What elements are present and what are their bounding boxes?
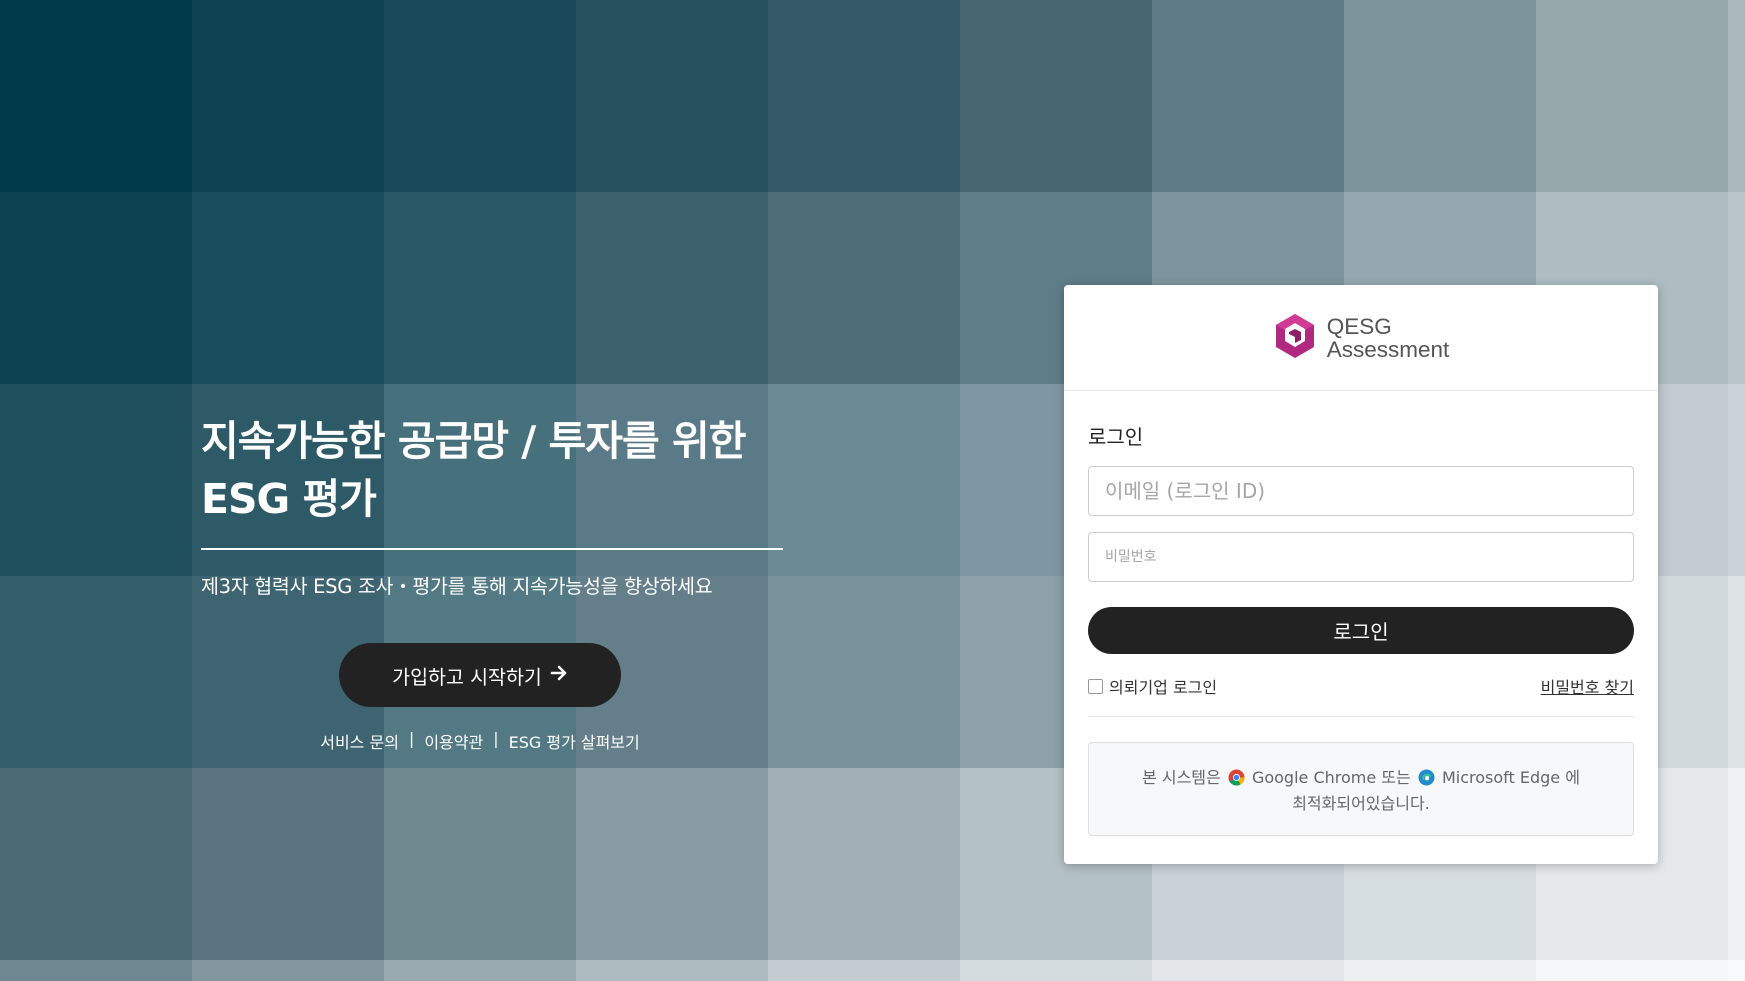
hero-title-line1: 지속가능한 공급망 / 투자를 위한 [201, 417, 746, 465]
logo-line2: Assessment [1326, 336, 1450, 362]
chrome-icon [1228, 768, 1245, 786]
background-tile [0, 960, 192, 981]
background-tile [768, 0, 960, 192]
background-tile [384, 768, 576, 960]
background-tile [1344, 0, 1536, 192]
edge-icon [1418, 768, 1435, 786]
login-button[interactable]: 로그인 [1088, 607, 1634, 654]
background-tile [192, 768, 384, 960]
client-login-label: 의뢰기업 로그인 [1109, 678, 1218, 697]
background-tile [1728, 768, 1745, 960]
notice-text-3: 최적화되어있습니다. [1292, 794, 1430, 813]
service-inquiry-link[interactable]: 서비스 문의 [320, 729, 399, 753]
find-password-link[interactable]: 비밀번호 찾기 [1541, 674, 1634, 698]
background-tile [0, 0, 192, 192]
background-tile [1728, 192, 1745, 384]
notice-text-2: 에 [1565, 768, 1580, 787]
background-tile [960, 0, 1152, 192]
background-tile [1536, 960, 1728, 981]
background-tile [768, 768, 960, 960]
background-tile [384, 192, 576, 384]
logo-line1: QESG [1326, 313, 1392, 339]
signup-start-button[interactable]: 가입하고 시작하기 [339, 643, 621, 707]
background-tile [1536, 0, 1728, 192]
background-tile [1152, 960, 1344, 981]
footer-separator: | [408, 729, 415, 748]
background-tile [0, 384, 192, 576]
footer-links: 서비스 문의 | 이용약관 | ESG 평가 살펴보기 [0, 729, 960, 753]
background-tile [192, 960, 384, 981]
footer-separator: | [493, 729, 499, 748]
client-login-checkbox[interactable] [1088, 678, 1103, 694]
background-tile [192, 192, 384, 384]
qesg-logo-icon [1273, 312, 1317, 364]
signup-button-label: 가입하고 시작하기 [392, 665, 542, 689]
background-tile [0, 768, 192, 960]
notice-text-1: 본 시스템은 [1142, 768, 1221, 787]
email-input[interactable] [1088, 466, 1634, 516]
background-tile [384, 960, 576, 981]
background-tile [576, 0, 768, 192]
login-options: 의뢰기업 로그인 비밀번호 찾기 [1088, 674, 1634, 698]
background-tile [1728, 0, 1745, 192]
qesg-logo: QESG Assessment [1064, 285, 1658, 391]
qesg-logo-text: QESG Assessment [1327, 315, 1450, 361]
login-title: 로그인 [1088, 425, 1144, 449]
arrow-right-icon [550, 664, 568, 687]
hero-title-line2: ESG 평가 [201, 475, 377, 523]
browser-notice: 본 시스템은 Google Chrome 또는 Microsoft Edge 에… [1088, 742, 1634, 836]
background-tile [768, 384, 960, 576]
background-tile [576, 192, 768, 384]
notice-or: 또는 [1381, 768, 1411, 787]
background-tile [1728, 576, 1745, 768]
hero-subtitle: 제3자 협력사 ESG 조사・평가를 통해 지속가능성을 향상하세요 [201, 575, 713, 598]
background-tile [960, 960, 1152, 981]
client-login-option[interactable]: 의뢰기업 로그인 [1088, 674, 1217, 698]
hero-section: 지속가능한 공급망 / 투자를 위한 ESG 평가 제3자 협력사 ESG 조사… [201, 412, 783, 599]
background-tile [576, 768, 768, 960]
hero-divider [201, 548, 783, 550]
background-tile [768, 192, 960, 384]
background-tile [192, 0, 384, 192]
chrome-label: Google Chrome [1251, 768, 1377, 787]
login-card: QESG Assessment 로그인 로그인 의뢰기업 로그인 비밀번호 찾기… [1064, 285, 1658, 864]
hero-title: 지속가능한 공급망 / 투자를 위한 ESG 평가 [201, 412, 783, 528]
background-tile [384, 0, 576, 192]
card-divider [1088, 716, 1634, 717]
background-tile [1728, 384, 1745, 576]
background-tile [0, 192, 192, 384]
background-tile [1344, 960, 1536, 981]
password-input[interactable] [1088, 532, 1634, 582]
background-tile [576, 960, 768, 981]
background-tile [1728, 960, 1745, 981]
background-tile [1152, 0, 1344, 192]
esg-overview-link[interactable]: ESG 평가 살펴보기 [509, 729, 640, 753]
terms-link[interactable]: 이용약관 [424, 729, 483, 753]
background-tile [768, 960, 960, 981]
edge-label: Microsoft Edge [1441, 768, 1561, 787]
